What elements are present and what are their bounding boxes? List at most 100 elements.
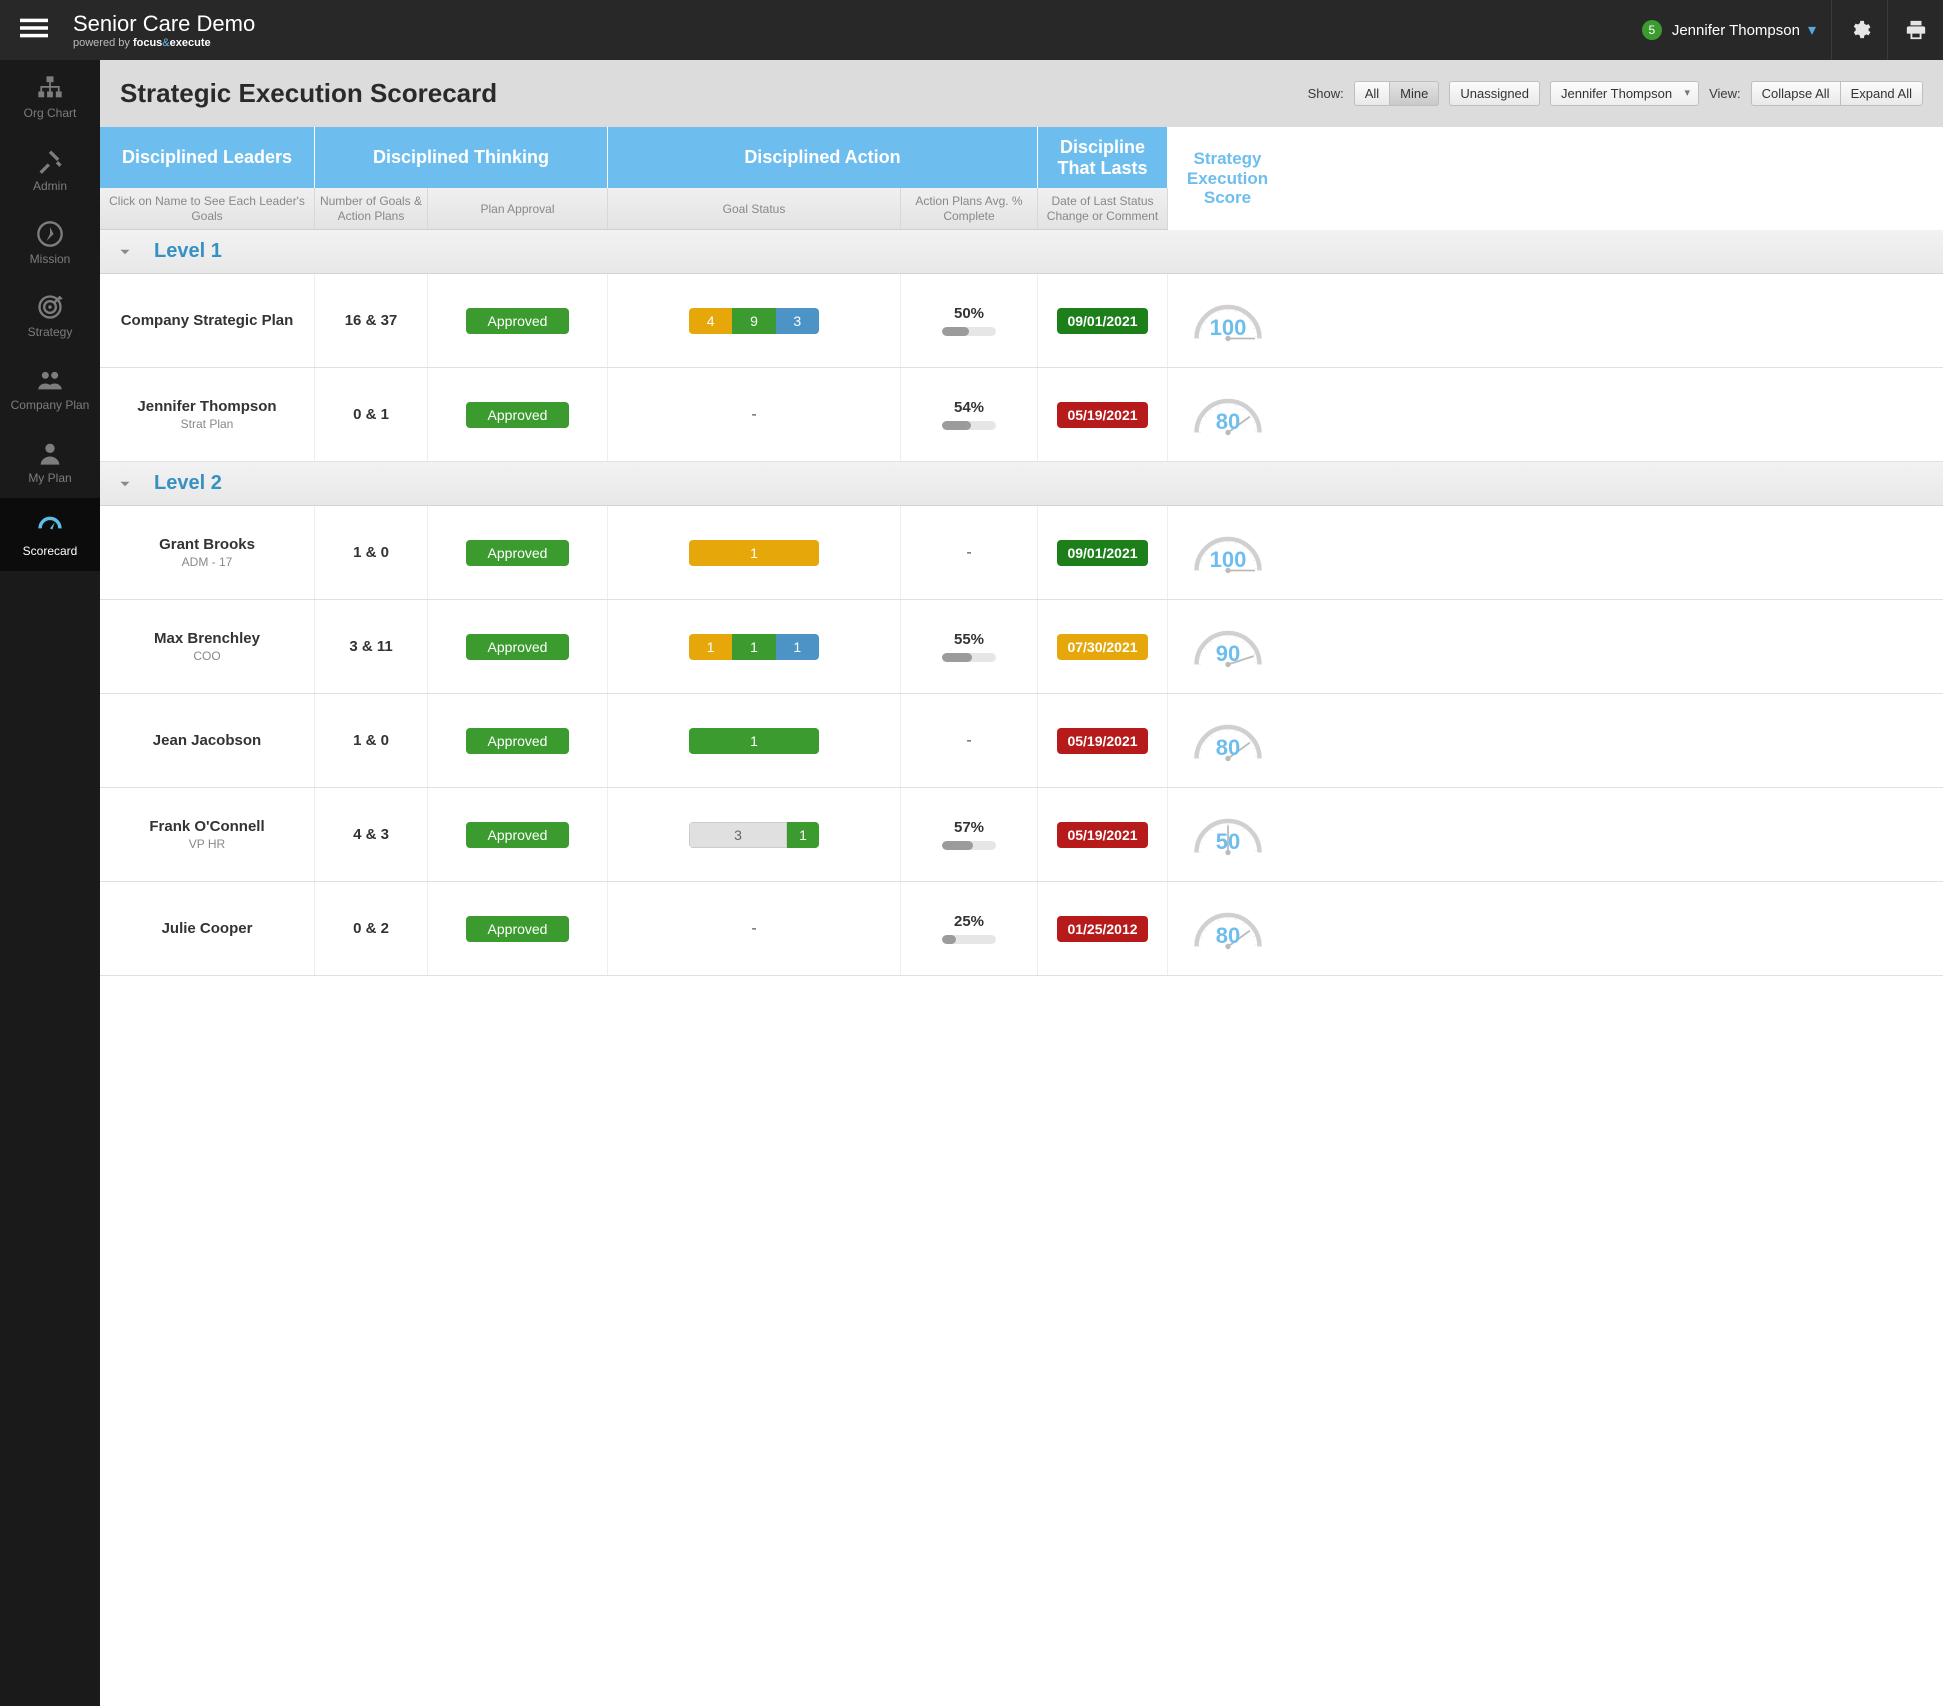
pct-dash: - xyxy=(966,544,971,562)
score-cell: 80 xyxy=(1168,694,1288,787)
unassigned-button[interactable]: Unassigned xyxy=(1449,81,1540,106)
status-segment: 1 xyxy=(689,540,819,566)
level-header[interactable]: Level 1 xyxy=(100,230,1943,274)
leader-name: Max Brenchley xyxy=(154,630,260,647)
leader-name: Julie Cooper xyxy=(162,920,253,937)
print-button[interactable] xyxy=(1887,0,1943,60)
date-cell: 01/25/2012 xyxy=(1038,882,1168,975)
status-cell: - xyxy=(608,368,901,461)
pct-cell: 50% xyxy=(901,274,1038,367)
header-thinking: Disciplined Thinking xyxy=(315,127,608,188)
score-value: 80 xyxy=(1183,735,1273,761)
subheader-name: Click on Name to See Each Leader's Goals xyxy=(100,188,315,230)
pct-cell: 57% xyxy=(901,788,1038,881)
chevron-down-icon xyxy=(116,243,134,261)
leader-name: Company Strategic Plan xyxy=(121,312,294,329)
column-headers: Disciplined Leaders Disciplined Thinking… xyxy=(100,127,1943,230)
show-mine-button[interactable]: Mine xyxy=(1389,81,1439,106)
status-cell: 1 xyxy=(608,694,901,787)
approval-cell: Approved xyxy=(428,694,608,787)
target-icon xyxy=(36,293,64,321)
approval-cell: Approved xyxy=(428,368,608,461)
leader-cell[interactable]: Grant Brooks ADM - 17 xyxy=(100,506,315,599)
tools-icon xyxy=(36,147,64,175)
show-all-button[interactable]: All xyxy=(1354,81,1389,106)
sidebar-item-companyplan[interactable]: Company Plan xyxy=(0,352,100,425)
orgchart-icon xyxy=(36,74,64,102)
expand-all-button[interactable]: Expand All xyxy=(1840,81,1923,106)
leader-name: Grant Brooks xyxy=(159,536,255,553)
goals-count: 1 & 0 xyxy=(353,544,389,561)
level-header[interactable]: Level 2 xyxy=(100,462,1943,506)
score-cell: 80 xyxy=(1168,882,1288,975)
approval-badge: Approved xyxy=(466,728,570,754)
status-cell: 493 xyxy=(608,274,901,367)
date-badge: 09/01/2021 xyxy=(1057,540,1147,566)
leader-cell[interactable]: Company Strategic Plan xyxy=(100,274,315,367)
table-row: Jennifer Thompson Strat Plan 0 & 1 Appro… xyxy=(100,368,1943,462)
pct-value: 50% xyxy=(954,305,984,322)
approval-badge: Approved xyxy=(466,540,570,566)
table-row: Company Strategic Plan 16 & 37 Approved … xyxy=(100,274,1943,368)
leader-role: COO xyxy=(193,649,220,663)
sidebar-item-strategy[interactable]: Strategy xyxy=(0,279,100,352)
sidebar-item-myplan[interactable]: My Plan xyxy=(0,425,100,498)
approval-cell: Approved xyxy=(428,506,608,599)
progress-bar xyxy=(942,935,996,944)
score-value: 100 xyxy=(1183,315,1273,341)
group-icon xyxy=(36,366,64,394)
pct-dash: - xyxy=(966,732,971,750)
score-gauge: 50 xyxy=(1183,812,1273,857)
sidebar-item-admin[interactable]: Admin xyxy=(0,133,100,206)
settings-button[interactable] xyxy=(1831,0,1887,60)
goals-cell: 1 & 0 xyxy=(315,506,428,599)
user-dropdown[interactable]: 5 Jennifer Thompson ▾ xyxy=(1627,20,1831,40)
sidebar-item-orgchart[interactable]: Org Chart xyxy=(0,60,100,133)
leader-cell[interactable]: Jean Jacobson xyxy=(100,694,315,787)
print-icon xyxy=(1905,19,1927,41)
subheader-date: Date of Last Status Change or Comment xyxy=(1038,188,1168,230)
pct-cell: - xyxy=(901,506,1038,599)
leader-cell[interactable]: Jennifer Thompson Strat Plan xyxy=(100,368,315,461)
progress-bar xyxy=(942,841,996,850)
status-segment: 1 xyxy=(776,634,819,660)
score-gauge: 100 xyxy=(1183,530,1273,575)
show-label: Show: xyxy=(1308,86,1344,101)
gauge-icon xyxy=(36,512,64,540)
score-cell: 100 xyxy=(1168,274,1288,367)
pct-cell: 25% xyxy=(901,882,1038,975)
sidebar-item-mission[interactable]: Mission xyxy=(0,206,100,279)
leader-cell[interactable]: Max Brenchley COO xyxy=(100,600,315,693)
status-bar: 111 xyxy=(689,634,819,660)
person-select[interactable]: Jennifer Thompson xyxy=(1550,81,1699,106)
goals-cell: 4 & 3 xyxy=(315,788,428,881)
leader-cell[interactable]: Frank O'Connell VP HR xyxy=(100,788,315,881)
show-toggle: All Mine xyxy=(1354,81,1440,106)
subheader-pct: Action Plans Avg. % Complete xyxy=(901,188,1038,230)
score-gauge: 80 xyxy=(1183,906,1273,951)
date-badge: 01/25/2012 xyxy=(1057,916,1147,942)
score-gauge: 80 xyxy=(1183,718,1273,763)
goals-count: 3 & 11 xyxy=(349,638,392,655)
date-badge: 09/01/2021 xyxy=(1057,308,1147,334)
score-value: 80 xyxy=(1183,409,1273,435)
brand-subtitle: powered by focus&execute xyxy=(73,37,255,49)
date-badge: 05/19/2021 xyxy=(1057,728,1147,754)
date-badge: 05/19/2021 xyxy=(1057,402,1147,428)
pct-value: 54% xyxy=(954,399,984,416)
leader-cell[interactable]: Julie Cooper xyxy=(100,882,315,975)
user-icon xyxy=(36,439,64,467)
approval-cell: Approved xyxy=(428,600,608,693)
view-label: View: xyxy=(1709,86,1741,101)
menu-icon[interactable] xyxy=(20,14,48,47)
date-cell: 07/30/2021 xyxy=(1038,600,1168,693)
score-value: 50 xyxy=(1183,829,1273,855)
sidebar-item-label: Strategy xyxy=(28,325,73,339)
sidebar-item-label: Scorecard xyxy=(23,544,78,558)
score-cell: 90 xyxy=(1168,600,1288,693)
header-lasts: Discipline That Lasts xyxy=(1038,127,1168,188)
goals-cell: 3 & 11 xyxy=(315,600,428,693)
goals-count: 16 & 37 xyxy=(345,312,398,329)
sidebar-item-scorecard[interactable]: Scorecard xyxy=(0,498,100,571)
collapse-all-button[interactable]: Collapse All xyxy=(1751,81,1840,106)
